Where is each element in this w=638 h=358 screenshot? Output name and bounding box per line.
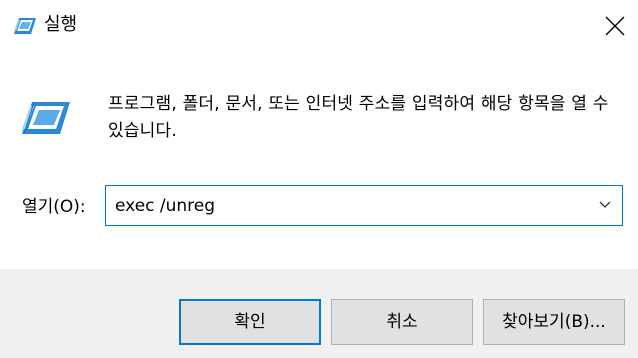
open-combobox[interactable]: exec /unreg [105,185,623,226]
open-label: 열기(O): [22,197,86,217]
window-title: 실행 [44,14,78,35]
dropdown-button[interactable] [588,186,622,225]
chevron-down-icon [599,201,611,208]
description-text: 프로그램, 폴더, 문서, 또는 인터넷 주소를 입력하여 해당 항목을 열 수… [108,94,609,141]
run-dialog: 실행 프로그램, 폴더, 문서, 또는 인터넷 주소를 입력하여 해당 항목을 … [0,0,638,358]
close-icon [605,16,625,36]
open-input[interactable]: exec /unreg [115,195,215,217]
ok-button[interactable]: 확인 [179,299,321,345]
close-button[interactable] [592,0,638,52]
run-icon [22,100,70,136]
run-icon [14,18,36,34]
cancel-button[interactable]: 취소 [331,299,473,345]
browse-button[interactable]: 찾아보기(B)... [483,299,625,345]
title-bar[interactable]: 실행 [0,0,638,52]
